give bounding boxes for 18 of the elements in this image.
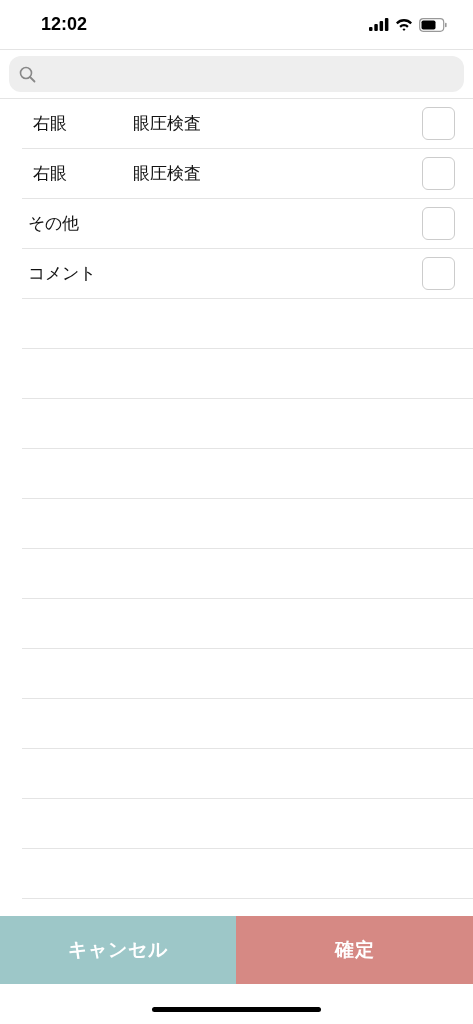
item-detail: 眼圧検査 <box>133 162 201 185</box>
item-label: コメント <box>28 262 96 285</box>
signal-icon <box>369 18 389 31</box>
checkbox[interactable] <box>422 107 455 140</box>
checkbox[interactable] <box>422 257 455 290</box>
search-icon <box>19 65 36 83</box>
confirm-button[interactable]: 確定 <box>236 916 473 984</box>
battery-icon <box>419 17 447 32</box>
checkbox[interactable] <box>422 207 455 240</box>
cancel-button[interactable]: キャンセル <box>0 916 236 984</box>
item-detail: 眼圧検査 <box>133 112 201 135</box>
checkbox[interactable] <box>422 157 455 190</box>
item-label: 右眼 <box>33 112 68 135</box>
item-label: その他 <box>28 212 79 235</box>
wifi-icon <box>395 18 413 31</box>
item-label: 右眼 <box>33 162 68 185</box>
search-field[interactable] <box>9 56 464 92</box>
clock-time: 12:02 <box>41 14 88 35</box>
